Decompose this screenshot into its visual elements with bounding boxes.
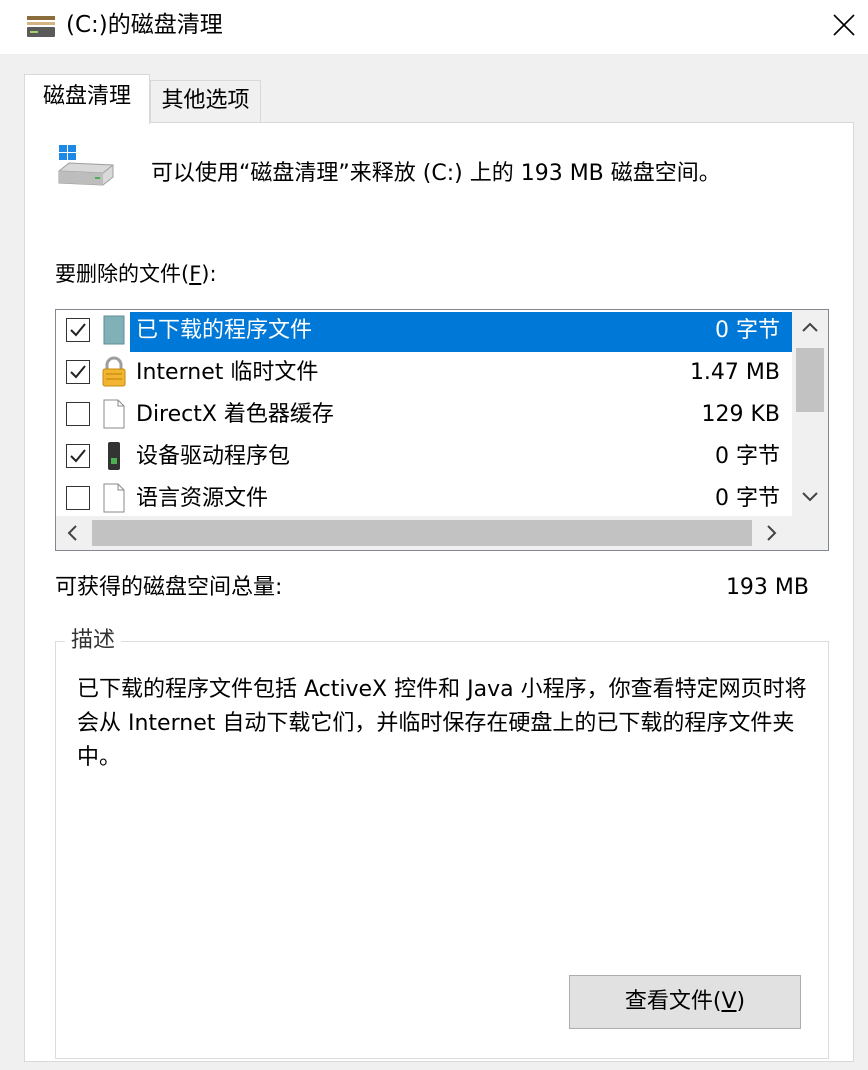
list-item[interactable]: Internet 临时文件 1.47 MB	[56, 352, 792, 394]
checkbox[interactable]	[66, 486, 90, 510]
view-button-accel: V	[721, 989, 737, 1014]
description-text: 已下载的程序文件包括 ActiveX 控件和 Java 小程序，你查看特定网页时…	[77, 677, 807, 770]
tab-panel: 可以使用“磁盘清理”来释放 (C:) 上的 193 MB 磁盘空间。 要删除的文…	[24, 122, 854, 1062]
lock-icon	[100, 356, 128, 388]
drive-icon	[55, 143, 117, 191]
scroll-left-icon[interactable]	[66, 524, 78, 547]
file-size: 129 KB	[701, 402, 780, 427]
file-list[interactable]: 已下载的程序文件 0 字节 Internet 临时文件 1.47 MB Dire…	[55, 309, 829, 551]
total-space-value: 193 MB	[725, 575, 809, 600]
close-icon	[833, 14, 855, 36]
horizontal-scroll-thumb[interactable]	[92, 520, 752, 546]
file-name: 已下载的程序文件	[136, 318, 313, 343]
file-name: DirectX 着色器缓存	[136, 402, 334, 427]
checkbox[interactable]	[66, 402, 90, 426]
device-icon	[100, 440, 128, 472]
checkbox[interactable]	[66, 318, 90, 342]
vertical-scrollbar[interactable]	[792, 310, 828, 516]
checkmark-icon	[70, 365, 86, 379]
close-button[interactable]	[820, 0, 868, 50]
tab-more-options[interactable]: 其他选项	[150, 80, 261, 124]
file-size: 1.47 MB	[689, 360, 780, 385]
header-text: 可以使用“磁盘清理”来释放 (C:) 上的 193 MB 磁盘空间。	[151, 161, 721, 186]
files-label-accel: F	[189, 262, 202, 286]
horizontal-scrollbar[interactable]	[56, 516, 828, 550]
checkmark-icon	[70, 323, 86, 337]
file-name: 语言资源文件	[136, 486, 269, 511]
tab-disk-cleanup[interactable]: 磁盘清理	[24, 74, 150, 124]
scroll-up-icon[interactable]	[801, 318, 819, 338]
view-files-button[interactable]: 查看文件(V)	[569, 975, 801, 1029]
scroll-down-icon[interactable]	[801, 488, 819, 508]
list-item[interactable]: DirectX 着色器缓存 129 KB	[56, 394, 792, 436]
window-title: (C:)的磁盘清理	[66, 12, 223, 38]
list-item[interactable]: 语言资源文件 0 字节	[56, 478, 792, 520]
disk-cleanup-icon	[26, 12, 56, 38]
list-item[interactable]: 设备驱动程序包 0 字节	[56, 436, 792, 478]
file-icon	[100, 398, 128, 430]
title-bar: (C:)的磁盘清理	[0, 0, 868, 54]
file-size: 0 字节	[715, 444, 780, 469]
checkbox[interactable]	[66, 360, 90, 384]
checkmark-icon	[70, 449, 86, 463]
files-label-suffix: ):	[201, 262, 217, 286]
scroll-right-icon[interactable]	[766, 524, 778, 547]
file-name: Internet 临时文件	[136, 360, 319, 385]
scrollbar-corner	[792, 516, 828, 550]
files-label-prefix: 要删除的文件(	[55, 262, 190, 286]
files-to-delete-label: 要删除的文件(F):	[55, 259, 217, 289]
view-button-prefix: 查看文件(	[624, 989, 722, 1014]
total-space-label: 可获得的磁盘空间总量:	[55, 575, 283, 600]
vertical-scroll-thumb[interactable]	[796, 348, 824, 412]
file-icon	[100, 482, 128, 514]
view-button-suffix: )	[736, 989, 746, 1014]
file-size: 0 字节	[715, 318, 780, 343]
checkbox[interactable]	[66, 444, 90, 468]
description-title: 描述	[65, 625, 122, 657]
file-size: 0 字节	[715, 486, 780, 511]
folder-icon	[100, 314, 128, 346]
list-item[interactable]: 已下载的程序文件 0 字节	[56, 310, 792, 352]
file-name: 设备驱动程序包	[136, 444, 291, 469]
